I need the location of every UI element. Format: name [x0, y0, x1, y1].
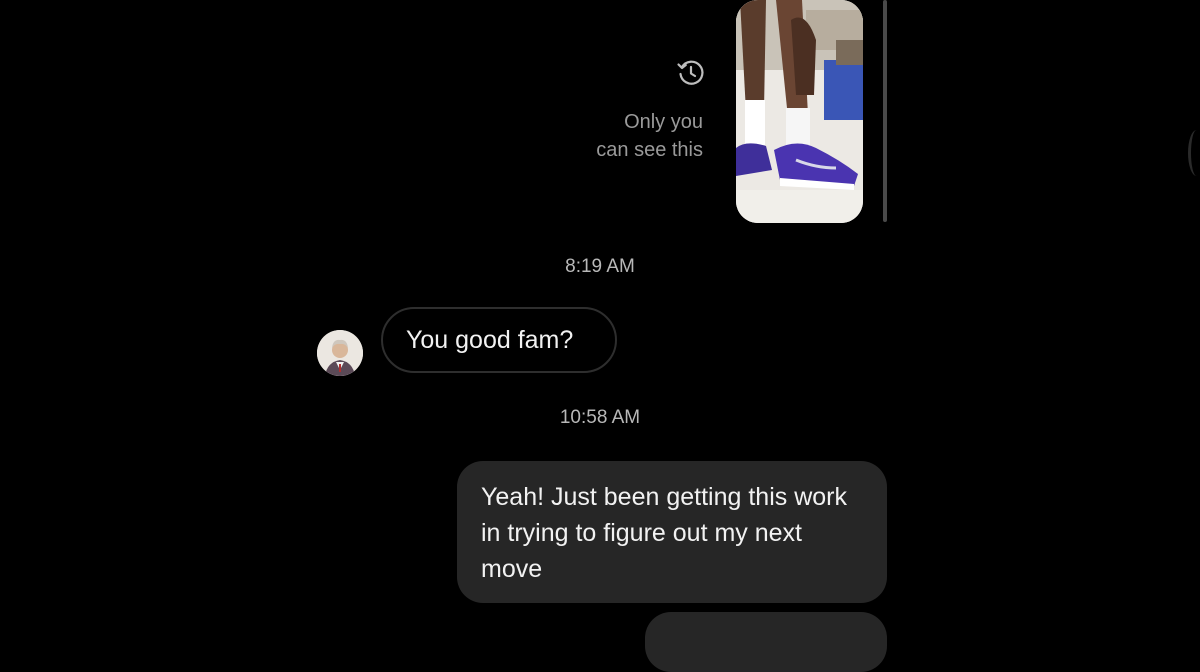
avatar[interactable] [317, 330, 363, 376]
timestamp: 8:19 AM [565, 256, 635, 277]
message-thread: Only you can see this 8:19 AM You good f… [0, 0, 1200, 672]
visibility-note-text: Only you can see this [596, 111, 703, 161]
timestamp: 10:58 AM [559, 407, 641, 428]
visibility-note: Only you can see this [540, 108, 703, 164]
screen-edge-artifact [1188, 130, 1200, 176]
history-clock-icon [676, 58, 706, 88]
shared-story-image[interactable] [736, 0, 863, 223]
received-message-bubble[interactable]: You good fam? [381, 307, 617, 373]
message-text: Yeah! Just been getting this work in try… [481, 483, 847, 583]
message-text: You good fam? [406, 325, 574, 354]
sent-message-bubble-partial[interactable] [645, 612, 887, 672]
story-reply-indicator [883, 0, 887, 222]
sent-message-bubble[interactable]: Yeah! Just been getting this work in try… [457, 461, 887, 603]
